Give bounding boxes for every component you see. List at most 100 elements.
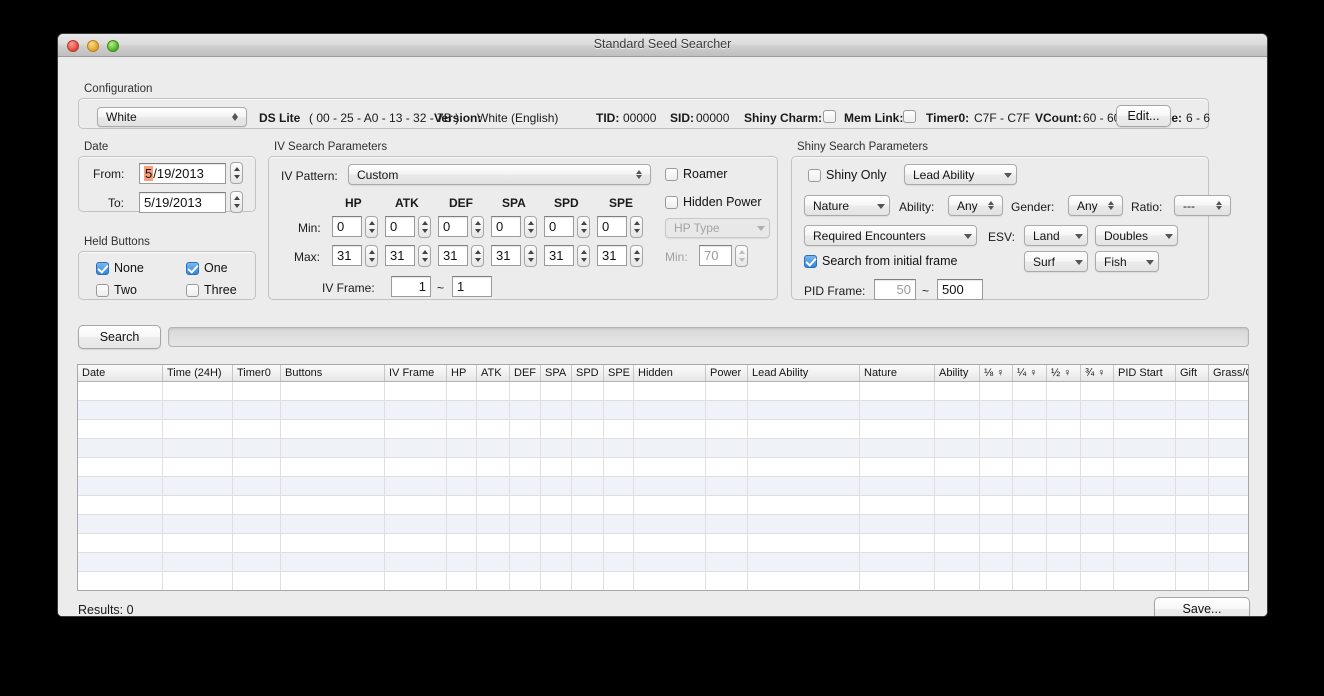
column-header[interactable]: Power	[706, 365, 748, 381]
iv-min-spd-stepper[interactable]	[577, 216, 590, 238]
shiny-only-checkbox[interactable]: Shiny Only	[808, 168, 886, 182]
column-header[interactable]: Date	[78, 365, 163, 381]
esv-doubles-pulldown[interactable]: Doubles	[1095, 225, 1178, 246]
column-header[interactable]: SPD	[572, 365, 604, 381]
results-table-body[interactable]	[78, 382, 1248, 590]
table-row[interactable]	[78, 420, 1248, 439]
esv-surf-pulldown[interactable]: Surf	[1024, 251, 1088, 272]
iv-min-spd-field[interactable]: 0	[544, 216, 574, 237]
held-button-one[interactable]: One	[186, 261, 228, 275]
chevron-down-icon	[1073, 252, 1087, 271]
table-row[interactable]	[78, 496, 1248, 515]
search-from-initial-frame-checkbox[interactable]: Search from initial frame	[804, 254, 957, 268]
column-header[interactable]: ATK	[477, 365, 510, 381]
shiny-search-legend: Shiny Search Parameters	[797, 141, 929, 153]
save-button[interactable]: Save...	[1154, 597, 1250, 616]
iv-pattern-popup[interactable]: Custom	[348, 164, 651, 185]
iv-frame-to-field[interactable]: 1	[452, 276, 492, 297]
ability-popup[interactable]: Any	[948, 195, 1003, 216]
date-to-stepper[interactable]	[230, 191, 243, 213]
iv-max-def-field[interactable]: 31	[438, 245, 468, 266]
hp-min-stepper[interactable]	[735, 245, 748, 267]
column-header[interactable]: Timer0	[233, 365, 281, 381]
date-from-field[interactable]: 5/19/2013	[139, 163, 226, 184]
iv-min-atk-field[interactable]: 0	[385, 216, 415, 237]
iv-min-def-stepper[interactable]	[471, 216, 484, 238]
column-header[interactable]: DEF	[510, 365, 541, 381]
column-header[interactable]: Time (24H)	[163, 365, 233, 381]
table-row[interactable]	[78, 572, 1248, 590]
iv-max-spe-stepper[interactable]	[630, 245, 643, 267]
column-header[interactable]: HP	[447, 365, 477, 381]
iv-min-spe-stepper[interactable]	[630, 216, 643, 238]
iv-frame-from-field[interactable]: 1	[391, 276, 431, 297]
held-button-three[interactable]: Three	[186, 283, 237, 297]
iv-min-atk-stepper[interactable]	[418, 216, 431, 238]
column-header[interactable]: ½ ♀	[1047, 365, 1081, 381]
column-header[interactable]: Gift	[1176, 365, 1209, 381]
table-row[interactable]	[78, 458, 1248, 477]
iv-max-atk-field[interactable]: 31	[385, 245, 415, 266]
search-button[interactable]: Search	[78, 325, 161, 349]
table-row[interactable]	[78, 553, 1248, 572]
hidden-power-checkbox[interactable]: Hidden Power	[665, 195, 762, 209]
edit-button[interactable]: Edit...	[1116, 105, 1171, 127]
pid-frame-from-field[interactable]: 50	[874, 279, 916, 300]
results-table[interactable]: Date Time (24H) Timer0 Buttons IV Frame HP ATK…	[77, 364, 1249, 591]
gender-popup[interactable]: Any	[1068, 195, 1123, 216]
held-button-none[interactable]: None	[96, 261, 144, 275]
table-row[interactable]	[78, 477, 1248, 496]
lead-ability-pulldown[interactable]: Lead Ability	[904, 164, 1017, 185]
column-header[interactable]: Nature	[860, 365, 935, 381]
iv-min-spe-field[interactable]: 0	[597, 216, 627, 237]
hp-min-field[interactable]: 70	[699, 245, 732, 266]
ratio-popup[interactable]: ---	[1174, 195, 1231, 216]
table-cell	[706, 420, 748, 438]
held-button-two[interactable]: Two	[96, 283, 137, 297]
iv-max-hp-stepper[interactable]	[365, 245, 378, 267]
column-header[interactable]: ⅛ ♀	[980, 365, 1013, 381]
hp-type-pulldown[interactable]: HP Type	[665, 218, 770, 238]
required-encounters-pulldown[interactable]: Required Encounters	[804, 225, 977, 246]
column-header[interactable]: ¾ ♀	[1081, 365, 1114, 381]
column-header[interactable]: IV Frame	[385, 365, 447, 381]
table-row[interactable]	[78, 382, 1248, 401]
iv-max-spa-field[interactable]: 31	[491, 245, 521, 266]
iv-max-spd-field[interactable]: 31	[544, 245, 574, 266]
pid-frame-to-field[interactable]: 500	[937, 279, 983, 300]
iv-max-spe-field[interactable]: 31	[597, 245, 627, 266]
version-value: White (English)	[477, 111, 559, 125]
column-header[interactable]: Hidden	[634, 365, 706, 381]
esv-fish-pulldown[interactable]: Fish	[1095, 251, 1159, 272]
iv-max-spa-stepper[interactable]	[524, 245, 537, 267]
shiny-charm-checkbox[interactable]	[823, 110, 836, 123]
column-header[interactable]: Ability	[935, 365, 980, 381]
iv-min-spa-field[interactable]: 0	[491, 216, 521, 237]
iv-max-hp-field[interactable]: 31	[332, 245, 362, 266]
nature-pulldown[interactable]: Nature	[804, 195, 890, 216]
iv-max-def-stepper[interactable]	[471, 245, 484, 267]
iv-max-atk-stepper[interactable]	[418, 245, 431, 267]
iv-max-spd-stepper[interactable]	[577, 245, 590, 267]
table-row[interactable]	[78, 534, 1248, 553]
mem-link-checkbox[interactable]	[903, 110, 916, 123]
column-header[interactable]: ¼ ♀	[1013, 365, 1047, 381]
iv-min-spa-stepper[interactable]	[524, 216, 537, 238]
column-header[interactable]: Grass/C	[1209, 365, 1248, 381]
iv-min-hp-stepper[interactable]	[365, 216, 378, 238]
column-header[interactable]: PID Start	[1114, 365, 1176, 381]
iv-min-def-field[interactable]: 0	[438, 216, 468, 237]
roamer-checkbox[interactable]: Roamer	[665, 167, 727, 181]
date-from-stepper[interactable]	[230, 162, 243, 184]
esv-land-pulldown[interactable]: Land	[1024, 225, 1088, 246]
column-header[interactable]: SPE	[604, 365, 634, 381]
table-row[interactable]	[78, 439, 1248, 458]
table-row[interactable]	[78, 515, 1248, 534]
column-header[interactable]: Lead Ability	[748, 365, 860, 381]
table-row[interactable]	[78, 401, 1248, 420]
column-header[interactable]: Buttons	[281, 365, 385, 381]
column-header[interactable]: SPA	[541, 365, 572, 381]
date-to-field[interactable]: 5/19/2013	[139, 192, 226, 213]
iv-min-hp-field[interactable]: 0	[332, 216, 362, 237]
profile-popup[interactable]: White	[97, 107, 247, 127]
